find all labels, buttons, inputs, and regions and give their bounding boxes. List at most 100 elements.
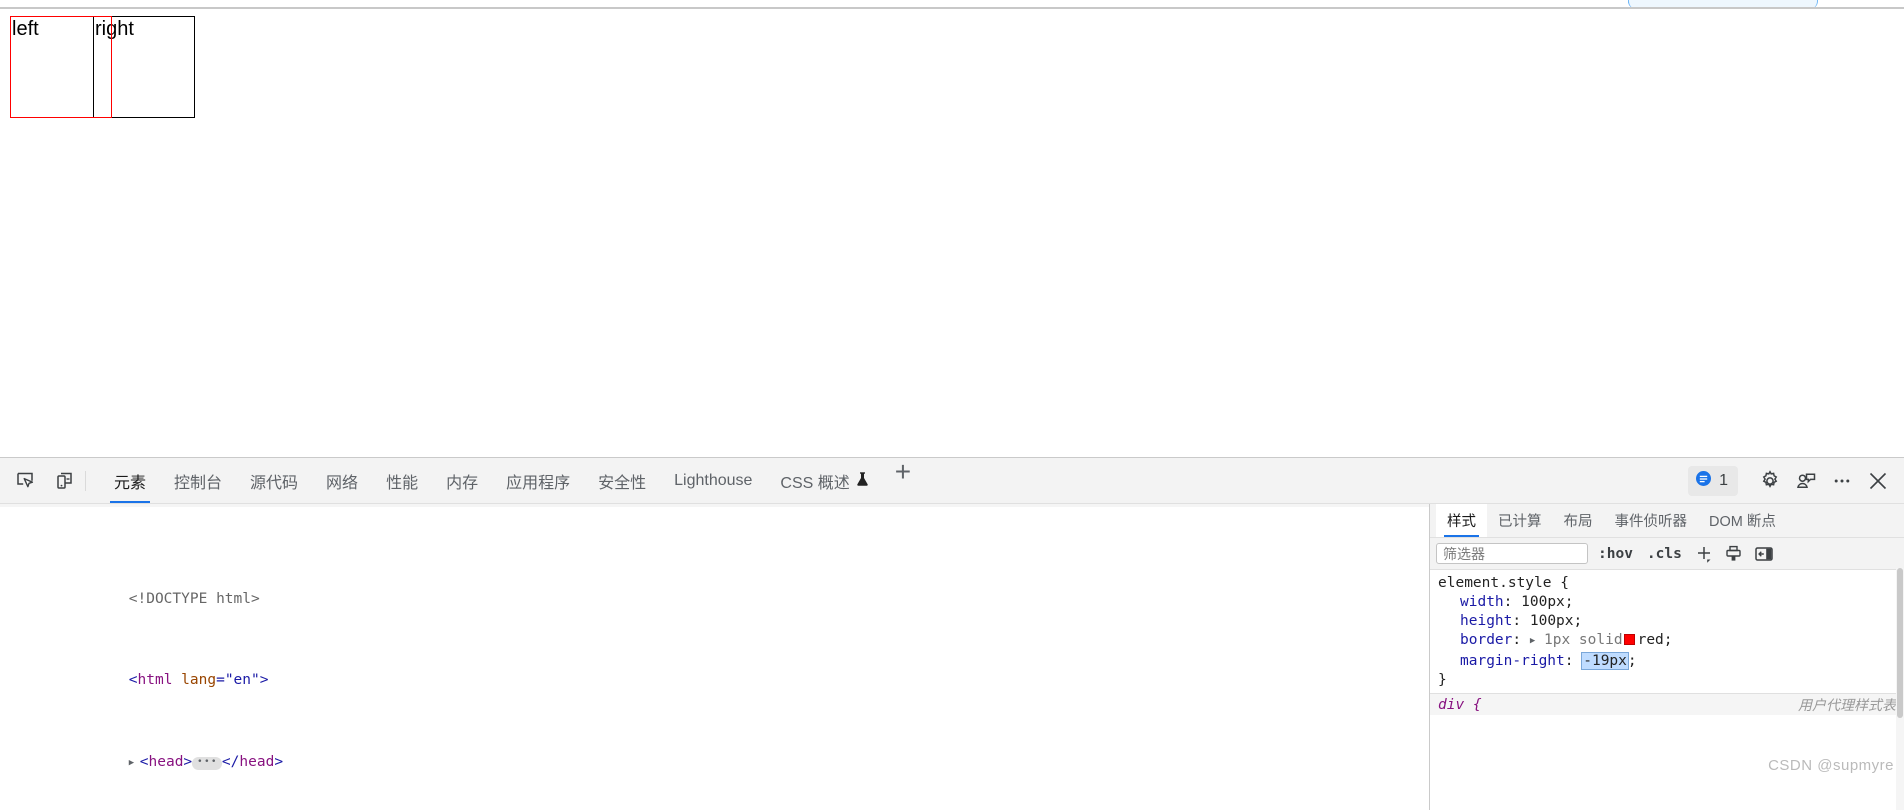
gear-icon[interactable] xyxy=(1754,466,1786,496)
tab-sources-label: 源代码 xyxy=(250,474,299,492)
css-rule-div-user-agent: div { 用户代理样式表 xyxy=(1430,693,1904,715)
toolbar-right-actions: 1 xyxy=(1688,458,1904,503)
new-style-rule-button[interactable] xyxy=(1692,543,1716,565)
color-swatch-red[interactable] xyxy=(1623,634,1635,645)
browser-chrome-strip xyxy=(0,0,1904,9)
declaration-margin-right-value[interactable]: -19px xyxy=(1581,652,1629,670)
tab-security[interactable]: 安全性 xyxy=(584,458,660,503)
tab-network[interactable]: 网络 xyxy=(312,458,372,503)
declaration-width-value[interactable]: 100px xyxy=(1521,594,1565,610)
dom-tree-pane: <!DOCTYPE html> <html lang="en"> ▶ <head>… xyxy=(0,504,1430,810)
css-rule-element-style: element.style { width: 100px; height: 10… xyxy=(1430,574,1904,690)
declaration-border[interactable]: border: ▶ 1px solid red; xyxy=(1438,631,1904,652)
declaration-height-value[interactable]: 100px xyxy=(1530,613,1574,629)
tab-security-label: 安全性 xyxy=(598,474,647,492)
element-style-close-brace: } xyxy=(1438,672,1447,688)
page-viewport: left right xyxy=(0,9,1904,457)
hover-state-button[interactable]: :hov xyxy=(1594,545,1637,563)
tab-sources[interactable]: 源代码 xyxy=(236,458,312,503)
sidebar-toggle-icon[interactable] xyxy=(1752,543,1776,565)
dom-tree: <!DOCTYPE html> <html lang="en"> ▶ <head>… xyxy=(0,504,1429,810)
screenshot-root: left right 元素 控制台 源代码 网络 性能 内存 应用程序 安全性 … xyxy=(0,0,1904,810)
head-twisty-icon[interactable]: ▶ xyxy=(129,753,140,773)
tab-performance-label: 性能 xyxy=(386,474,419,492)
left-box: left xyxy=(10,16,112,118)
tab-memory-label: 内存 xyxy=(446,474,479,492)
styles-filter-bar: :hov .cls xyxy=(1430,538,1904,570)
head-close-tag-name: head xyxy=(239,753,275,770)
tab-console-label: 控制台 xyxy=(174,474,223,492)
tab-console[interactable]: 控制台 xyxy=(160,458,236,503)
tab-styles[interactable]: 样式 xyxy=(1436,504,1487,537)
html-tag-name: html xyxy=(137,672,173,689)
declaration-width-prop[interactable]: width xyxy=(1460,594,1504,610)
styles-pane-scrollbar[interactable] xyxy=(1896,568,1904,810)
feedback-icon[interactable] xyxy=(1790,466,1822,496)
message-count-label: 1 xyxy=(1719,471,1728,489)
doctype-text: <!DOCTYPE html> xyxy=(128,590,260,607)
styles-pane: 样式 已计算 布局 事件侦听器 DOM 断点 :hov .cls xyxy=(1430,504,1904,810)
declaration-border-prop[interactable]: border xyxy=(1460,632,1512,648)
class-editor-button[interactable]: .cls xyxy=(1643,545,1686,563)
declaration-width[interactable]: width: 100px; xyxy=(1438,593,1904,612)
tab-event-listeners-label: 事件侦听器 xyxy=(1614,514,1688,530)
tab-lighthouse[interactable]: Lighthouse xyxy=(660,458,766,503)
dom-line-html-open[interactable]: <html lang="en"> xyxy=(0,650,1429,688)
declaration-margin-right-prop[interactable]: margin-right xyxy=(1460,653,1565,669)
print-styles-icon[interactable] xyxy=(1722,543,1746,565)
device-toolbar-icon[interactable] xyxy=(49,467,79,495)
tab-computed-label: 已计算 xyxy=(1498,514,1542,530)
left-box-label: left xyxy=(12,18,39,40)
close-icon[interactable] xyxy=(1862,466,1894,496)
tab-css-overview[interactable]: CSS 概述 xyxy=(766,458,882,503)
tab-layout-label: 布局 xyxy=(1563,514,1593,530)
declaration-margin-right[interactable]: margin-right: -19px; xyxy=(1438,652,1904,671)
declaration-height-prop[interactable]: height xyxy=(1460,613,1512,629)
html-lang-attr: lang xyxy=(181,672,217,689)
tab-elements[interactable]: 元素 xyxy=(100,458,160,503)
collapsed-children-badge[interactable]: ••• xyxy=(192,756,222,770)
tab-css-overview-label: CSS 概述 xyxy=(780,474,850,492)
tab-layout[interactable]: 布局 xyxy=(1553,504,1604,537)
declaration-border-value[interactable]: 1px solid xyxy=(1544,632,1623,648)
declaration-border-color[interactable]: red xyxy=(1638,632,1664,648)
user-agent-stylesheet-label: 用户代理样式表 xyxy=(1798,697,1896,713)
message-count-badge[interactable]: 1 xyxy=(1688,465,1738,496)
css-rules-area: element.style { width: 100px; height: 10… xyxy=(1430,570,1904,810)
head-tag-name: head xyxy=(148,753,184,770)
tab-lighthouse-label: Lighthouse xyxy=(674,471,753,489)
tab-computed[interactable]: 已计算 xyxy=(1487,504,1553,537)
declaration-height[interactable]: height: 100px; xyxy=(1438,612,1904,631)
tab-network-label: 网络 xyxy=(326,474,359,492)
dom-pane-scroll-track[interactable] xyxy=(0,504,1429,507)
flex-container: left right xyxy=(10,16,195,118)
message-bubble-icon xyxy=(1695,470,1712,492)
dom-line-head[interactable]: ▶ <head> ••• </head> xyxy=(0,731,1429,770)
devtools-panel: 元素 控制台 源代码 网络 性能 内存 应用程序 安全性 Lighthouse … xyxy=(0,457,1904,810)
html-lang-value: "en" xyxy=(224,672,260,689)
tab-elements-label: 元素 xyxy=(114,474,147,492)
devtools-toolbar: 元素 控制台 源代码 网络 性能 内存 应用程序 安全性 Lighthouse … xyxy=(0,458,1904,504)
styles-pane-scroll-thumb[interactable] xyxy=(1897,568,1903,718)
devtools-tab-list: 元素 控制台 源代码 网络 性能 内存 应用程序 安全性 Lighthouse … xyxy=(100,458,923,503)
devtools-body: <!DOCTYPE html> <html lang="en"> ▶ <head>… xyxy=(0,504,1904,810)
tab-performance[interactable]: 性能 xyxy=(372,458,432,503)
tab-event-listeners[interactable]: 事件侦听器 xyxy=(1604,504,1699,537)
styles-pane-tab-list: 样式 已计算 布局 事件侦听器 DOM 断点 xyxy=(1430,504,1904,538)
tab-application[interactable]: 应用程序 xyxy=(492,458,584,503)
inspect-element-icon[interactable] xyxy=(10,467,40,495)
tab-application-label: 应用程序 xyxy=(506,474,571,492)
tab-memory[interactable]: 内存 xyxy=(432,458,492,503)
dom-line-doctype[interactable]: <!DOCTYPE html> xyxy=(0,568,1429,607)
angle-open: < xyxy=(128,672,138,689)
tab-styles-label: 样式 xyxy=(1447,514,1476,530)
border-expand-icon[interactable]: ▶ xyxy=(1530,632,1535,651)
more-options-icon[interactable] xyxy=(1826,466,1858,496)
styles-filter-input[interactable] xyxy=(1436,543,1588,564)
experiment-flask-icon xyxy=(856,471,869,492)
toolbar-divider xyxy=(85,470,86,491)
tab-dom-breakpoints[interactable]: DOM 断点 xyxy=(1698,504,1787,537)
div-selector[interactable]: div { xyxy=(1438,697,1482,713)
element-style-selector[interactable]: element.style { xyxy=(1438,574,1904,593)
add-panel-button[interactable]: + xyxy=(883,458,923,503)
